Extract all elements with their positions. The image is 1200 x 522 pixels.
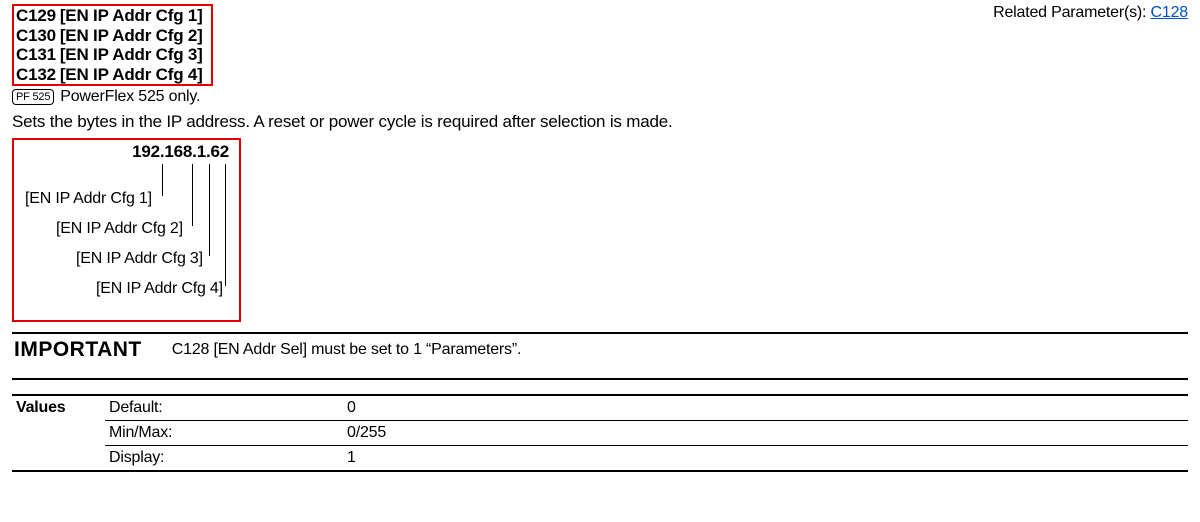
connector-line xyxy=(192,164,193,226)
parameter-id-block: C129[EN IP Addr Cfg 1] C130[EN IP Addr C… xyxy=(12,4,213,86)
important-row: IMPORTANT C128 [EN Addr Sel] must be set… xyxy=(12,334,1188,368)
value-value: 1 xyxy=(343,446,1188,472)
divider xyxy=(12,378,1188,380)
param-name: [EN IP Addr Cfg 2] xyxy=(60,26,207,46)
param-name: [EN IP Addr Cfg 3] xyxy=(60,45,207,65)
values-table: Values Default: 0 Min/Max: 0/255 Display… xyxy=(12,396,1188,472)
connector-line xyxy=(209,164,210,256)
values-heading: Values xyxy=(12,396,105,471)
pf-badge: PF 525 xyxy=(12,89,54,105)
value-value: 0/255 xyxy=(343,421,1188,446)
related-parameters: Related Parameter(s): C128 xyxy=(993,4,1188,22)
ip-cfg-label: [EN IP Addr Cfg 1] xyxy=(25,190,152,208)
related-prefix: Related Parameter(s): xyxy=(993,4,1150,21)
ip-cfg-label: [EN IP Addr Cfg 4] xyxy=(96,280,223,298)
value-label: Min/Max: xyxy=(105,421,343,446)
product-restriction: PF 525 PowerFlex 525 only. xyxy=(12,88,1188,106)
value-label: Default: xyxy=(105,396,343,421)
ip-breakdown-diagram: 192.168.1.62 [EN IP Addr Cfg 1] [EN IP A… xyxy=(12,138,241,322)
param-name: [EN IP Addr Cfg 4] xyxy=(60,65,207,85)
param-id: C131 xyxy=(16,45,60,65)
important-text: C128 [EN Addr Sel] must be set to 1 “Par… xyxy=(172,341,521,359)
param-id: C132 xyxy=(16,65,60,85)
param-id: C129 xyxy=(16,6,60,26)
ip-address: 192.168.1.62 xyxy=(132,142,229,162)
important-label: IMPORTANT xyxy=(14,338,142,362)
top-row: C129[EN IP Addr Cfg 1] C130[EN IP Addr C… xyxy=(12,4,1188,86)
ip-cfg-label: [EN IP Addr Cfg 3] xyxy=(76,250,203,268)
connector-line xyxy=(225,164,226,286)
connector-line xyxy=(162,164,163,196)
value-label: Display: xyxy=(105,446,343,472)
param-name: [EN IP Addr Cfg 1] xyxy=(60,6,207,26)
description: Sets the bytes in the IP address. A rese… xyxy=(12,112,1188,132)
value-value: 0 xyxy=(343,396,1188,421)
pf-text: PowerFlex 525 only. xyxy=(60,88,200,106)
related-link[interactable]: C128 xyxy=(1151,4,1188,21)
ip-cfg-label: [EN IP Addr Cfg 2] xyxy=(56,220,183,238)
param-id: C130 xyxy=(16,26,60,46)
